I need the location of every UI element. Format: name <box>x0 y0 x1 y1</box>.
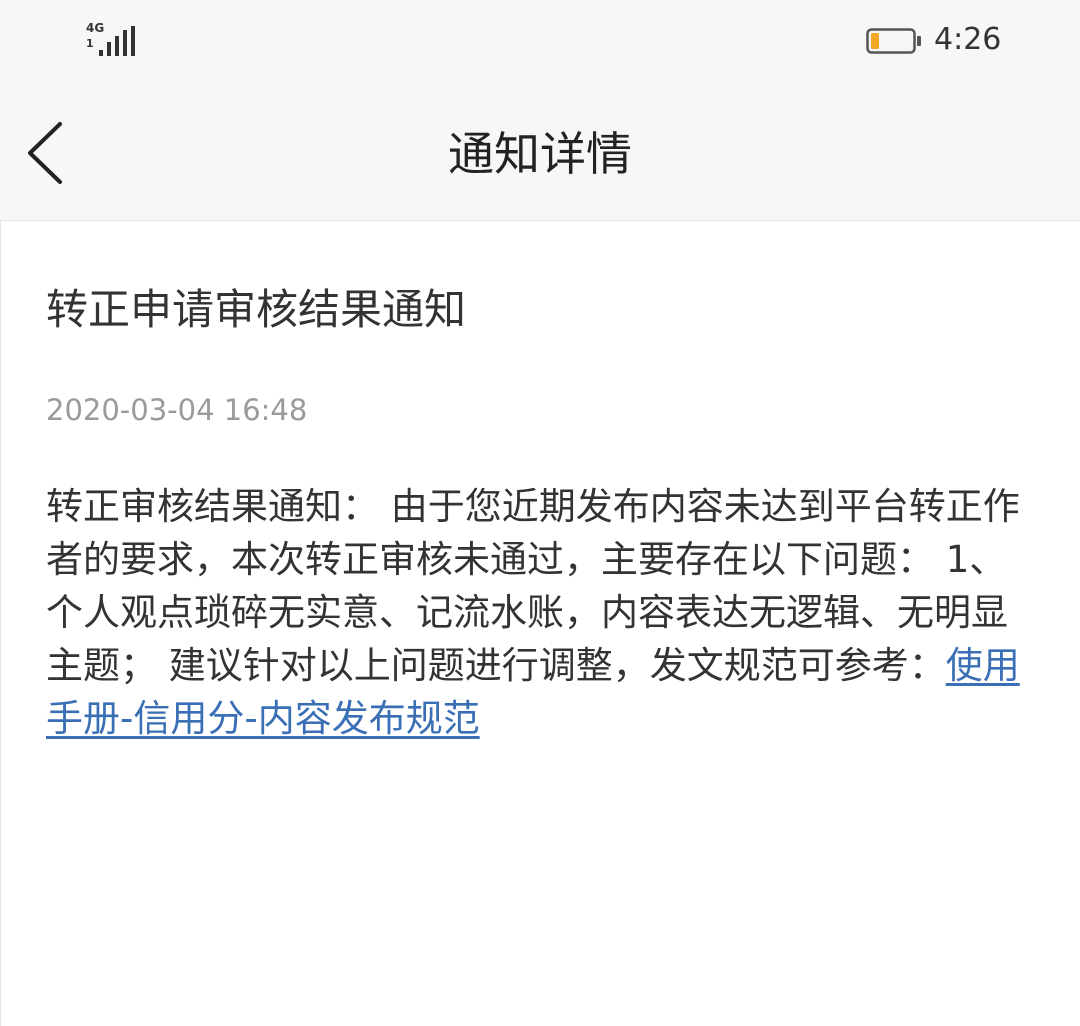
notice-body: 转正审核结果通知： 由于您近期发布内容未达到平台转正作者的要求，本次转正审核未通… <box>46 480 1036 745</box>
status-bar: 4G 1 4:26 <box>0 0 1080 84</box>
notice-title: 转正申请审核结果通知 <box>46 285 467 334</box>
signal-bars-icon <box>99 26 135 56</box>
notice-timestamp: 2020-03-04 16:48 <box>46 393 308 427</box>
signal-indicator: 4G 1 <box>86 22 146 58</box>
status-clock: 4:26 <box>934 22 1002 57</box>
battery-fill <box>871 33 879 49</box>
page-title: 通知详情 <box>448 127 632 181</box>
battery-icon <box>866 28 921 54</box>
notice-body-text: 转正审核结果通知： 由于您近期发布内容未达到平台转正作者的要求，本次转正审核未通… <box>46 485 1020 687</box>
network-sub-label: 1 <box>86 37 94 50</box>
left-edge-divider <box>0 220 1 1026</box>
navigation-bar: 通知详情 <box>0 84 1080 221</box>
